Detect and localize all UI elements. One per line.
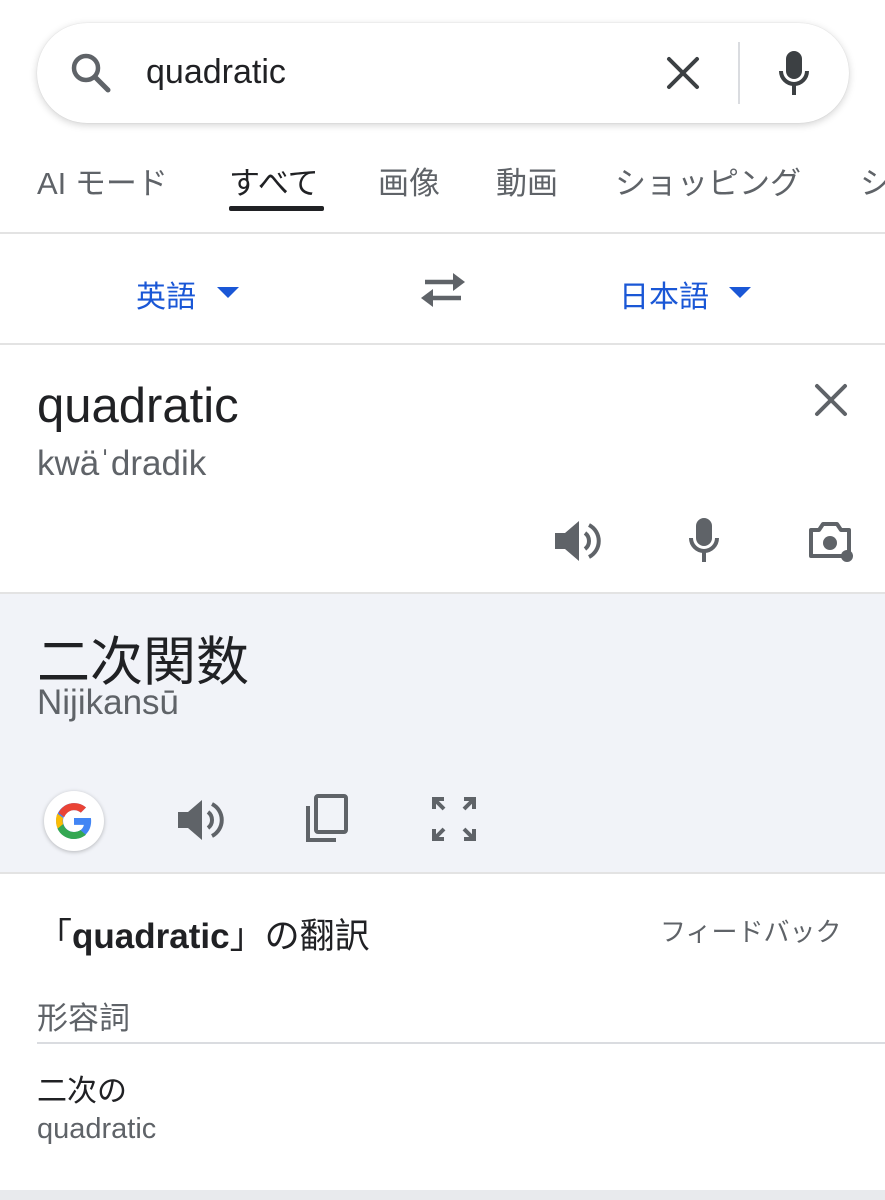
tab-all[interactable]: すべて (229, 158, 319, 203)
voice-input-icon[interactable] (688, 516, 720, 564)
listen-source-icon[interactable] (553, 519, 601, 563)
tab-more[interactable]: シ (860, 158, 885, 203)
google-translate-button[interactable] (44, 791, 104, 851)
clear-search-icon[interactable] (666, 56, 700, 90)
google-logo-icon (53, 800, 95, 842)
search-divider (738, 42, 740, 104)
search-input[interactable]: quadratic (146, 53, 286, 92)
translations-heading-close: 」の翻訳 (229, 917, 370, 956)
active-tab-indicator (229, 206, 324, 211)
camera-translate-icon[interactable] (807, 518, 855, 564)
voice-search-icon[interactable] (778, 49, 810, 97)
tab-videos[interactable]: 動画 (496, 158, 558, 203)
target-language-select[interactable]: 日本語 (619, 272, 709, 316)
translation-entry-word: 二次の (37, 1075, 127, 1108)
source-language-select[interactable]: 英語 (136, 272, 196, 316)
tabs-divider (0, 232, 885, 234)
bottom-band (0, 1190, 885, 1200)
translation-entry-back: quadratic (37, 1113, 157, 1145)
result-divider (0, 872, 885, 874)
tab-ai-mode[interactable]: AI モード (37, 158, 168, 203)
language-row-divider (0, 343, 885, 345)
fullscreen-icon[interactable] (431, 796, 477, 842)
search-icon (69, 51, 113, 95)
tab-shopping[interactable]: ショッピング (615, 158, 801, 203)
translated-romanization: Nijikansū (37, 683, 179, 722)
translations-heading-word: quadratic (72, 917, 230, 956)
clear-source-icon[interactable] (814, 383, 848, 417)
part-of-speech-divider (37, 1042, 885, 1044)
swap-languages-icon[interactable] (419, 270, 467, 310)
source-language-label: 英語 (136, 281, 196, 314)
feedback-link[interactable]: フィードバック (660, 912, 841, 949)
target-language-label: 日本語 (619, 281, 709, 314)
search-bar[interactable]: quadratic (37, 23, 849, 123)
tab-images[interactable]: 画像 (378, 158, 440, 203)
source-language-caret-icon (217, 287, 239, 298)
part-of-speech-label: 形容詞 (37, 1001, 130, 1036)
copy-icon[interactable] (304, 794, 348, 844)
source-pronunciation: kwäˈdradik (37, 444, 207, 483)
listen-translation-icon[interactable] (176, 798, 224, 842)
translations-heading: 「quadratic」の翻訳 (37, 908, 370, 959)
target-language-caret-icon (729, 287, 751, 298)
translations-heading-open: 「 (37, 917, 73, 956)
source-text[interactable]: quadratic (37, 378, 239, 434)
